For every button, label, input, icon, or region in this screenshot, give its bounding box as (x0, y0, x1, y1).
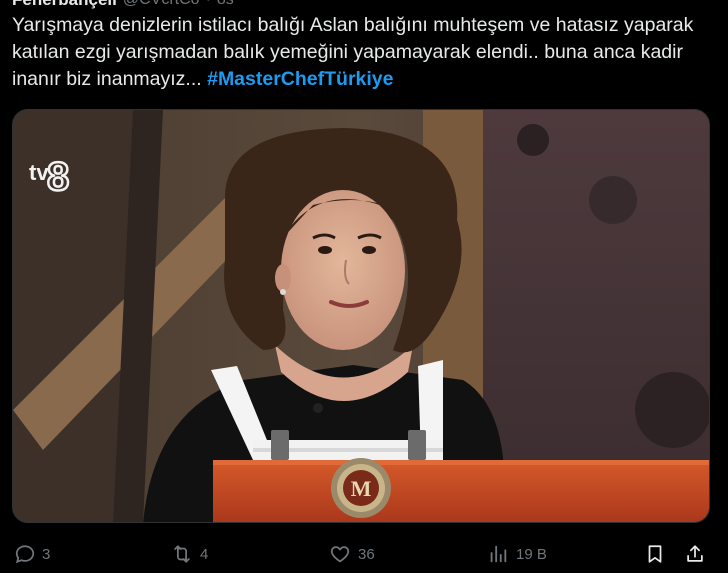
like-button[interactable]: 36 (328, 540, 375, 568)
header-separator: · (206, 0, 211, 9)
reply-icon (14, 543, 36, 565)
reply-button[interactable]: 3 (14, 540, 50, 568)
masterchef-emblem: M (331, 458, 391, 518)
svg-text:8: 8 (47, 155, 69, 199)
tweet-action-bar: 3 4 36 19 B (0, 540, 728, 568)
bookmark-icon (644, 543, 666, 565)
kitchen-counter (213, 460, 709, 522)
like-icon (328, 543, 352, 565)
views-icon (486, 543, 510, 565)
post-timestamp[interactable]: 8s (217, 0, 234, 9)
author-handle[interactable]: @CVcrtCo (123, 0, 200, 9)
bookmark-button[interactable] (644, 540, 666, 568)
share-button[interactable] (684, 540, 706, 568)
tweet-media-image[interactable]: tv 8 M (12, 109, 710, 523)
tv-show-still: tv 8 M (13, 110, 709, 522)
svg-text:M: M (351, 476, 372, 501)
like-count: 36 (358, 545, 375, 563)
views-button[interactable]: 19 B (486, 540, 547, 568)
hashtag-link[interactable]: #MasterChefTürkiye (207, 68, 393, 90)
repost-button[interactable]: 4 (170, 540, 208, 568)
post-header: Fenerbahçeli @CVcrtCo · 8s (12, 0, 234, 9)
views-count: 19 B (516, 545, 547, 563)
author-name[interactable]: Fenerbahçeli (12, 0, 117, 10)
reply-count: 3 (42, 545, 51, 563)
tweet-text: Yarışmaya denizlerin istilacı balığı Asl… (12, 12, 712, 93)
repost-icon (170, 543, 194, 565)
repost-count: 4 (200, 545, 209, 563)
share-icon (684, 543, 706, 565)
